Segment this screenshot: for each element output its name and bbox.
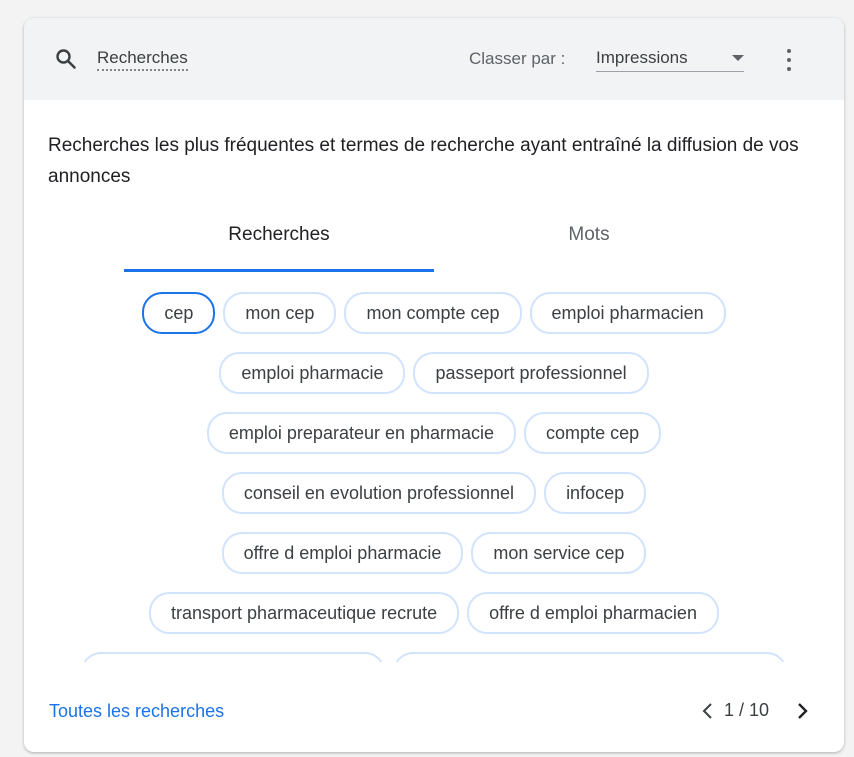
chip[interactable]: mon compte cep [344,292,522,334]
chip[interactable]: mon cep [223,292,337,334]
chevron-right-icon[interactable] [794,701,810,721]
dropdown-arrow-icon [732,55,744,61]
search-icon[interactable] [54,47,78,71]
chip[interactable]: emploi preparateur en pharmacie [206,412,517,454]
chip[interactable]: offre d emploi pharmacie [221,532,464,574]
tab-mots[interactable]: Mots [434,218,744,273]
chip[interactable] [393,652,787,662]
card-description: Recherches les plus fréquentes et termes… [48,135,799,187]
chip[interactable]: compte cep [524,412,662,454]
chevron-left-icon[interactable] [700,701,716,721]
chip[interactable]: passeport professionnel [413,352,649,394]
chip-list: cep mon cep mon compte cep emploi pharma… [44,284,824,662]
chip[interactable]: conseil en evolution professionnel [221,472,537,514]
chip-row: conseil en evolution professionnel infoc… [44,472,824,514]
search-terms-card: Recherches Classer par : Impressions Rec… [24,18,844,752]
card-header: Recherches Classer par : Impressions [24,18,844,100]
sort-label: Classer par : [469,49,566,68]
more-vert-icon[interactable] [778,47,800,73]
chip[interactable]: transport pharmaceutique recrute [149,592,460,634]
chip[interactable]: offre d emploi pharmacien [467,592,719,634]
tab-label: Recherches [228,224,330,245]
all-searches-link[interactable]: Toutes les recherches [49,701,224,722]
chip-row-partial [44,652,824,662]
page-indicator: 1 / 10 [724,700,770,720]
chip[interactable]: emploi pharmacie [219,352,406,394]
tab-recherches[interactable]: Recherches [124,218,434,273]
tab-label: Mots [568,224,610,245]
sort-dropdown[interactable]: Impressions [596,45,744,72]
chip-row: transport pharmaceutique recrute offre d… [44,592,824,634]
chip[interactable]: mon service cep [471,532,647,574]
chip[interactable]: infocep [544,472,647,514]
active-tab-indicator [124,269,434,272]
chip[interactable] [81,652,385,662]
chip-row: emploi preparateur en pharmacie compte c… [44,412,824,454]
chip-row: offre d emploi pharmacie mon service cep [44,532,824,574]
chip-row: cep mon cep mon compte cep emploi pharma… [44,292,824,334]
sort-value: Impressions [596,48,688,67]
chip-row: emploi pharmacie passeport professionnel [44,352,824,394]
card-title[interactable]: Recherches [97,49,188,71]
chip[interactable]: cep [142,292,216,334]
chip[interactable]: emploi pharmacien [529,292,726,334]
